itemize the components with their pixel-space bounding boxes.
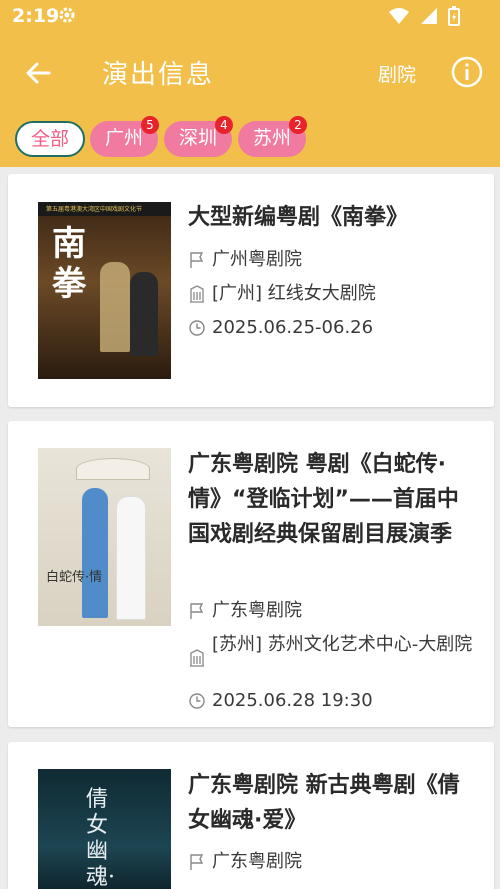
settings-status-icon	[57, 5, 77, 29]
status-time: 2:19	[12, 5, 60, 27]
building-icon	[190, 649, 204, 667]
app-bar: 2:19 演出信息 剧院 全部 广州 5 深圳 4 苏州 2	[0, 0, 500, 167]
performance-card[interactable]: 倩女幽魂·爱 广东粤剧院 新古典粤剧《倩女幽魂·爱》 广东粤剧院	[8, 742, 494, 889]
date-row: 2025.06.28 19:30	[188, 689, 478, 713]
page-title: 演出信息	[102, 60, 215, 90]
info-icon	[451, 56, 483, 88]
count-badge: 2	[289, 116, 307, 134]
count-badge: 5	[141, 116, 159, 134]
venue-row: [苏州] 苏州文化艺术中心-大剧院	[188, 633, 478, 667]
poster-image: 倩女幽魂·爱	[38, 769, 171, 889]
troupe-row: 广州粤剧院	[188, 248, 478, 272]
card-title: 大型新编粤剧《南拳》	[188, 205, 409, 230]
signal-icon	[420, 8, 437, 24]
clock-icon	[189, 320, 205, 336]
status-bar: 2:19	[0, 0, 500, 33]
card-title: 广东粤剧院 粤剧《白蛇传·情》“登临计划”——首届中国戏剧经典保留剧目展演季	[188, 452, 459, 547]
venue-name: [广州] 红线女大剧院	[212, 283, 376, 304]
troupe-row: 广东粤剧院	[188, 850, 478, 874]
performance-date: 2025.06.28 19:30	[212, 690, 373, 711]
filter-chip-label: 深圳	[178, 127, 217, 149]
venue-name: [苏州] 苏州文化艺术中心-大剧院	[212, 634, 473, 655]
filter-chip-label: 广州	[104, 127, 143, 149]
troupe-name: 广东粤剧院	[212, 851, 302, 872]
filter-chip-suzhou[interactable]: 苏州 2	[238, 116, 307, 157]
wifi-icon	[388, 8, 409, 24]
performance-card[interactable]: 白蛇传·情 广东粤剧院 粤剧《白蛇传·情》“登临计划”——首届中国戏剧经典保留剧…	[8, 421, 494, 727]
poster-title: 南拳	[52, 224, 86, 304]
info-button[interactable]	[450, 55, 484, 89]
count-badge: 4	[215, 116, 233, 134]
filter-chip-label: 苏州	[252, 127, 291, 149]
filter-chip-shenzhen[interactable]: 深圳 4	[164, 116, 233, 157]
filter-chip-label: 全部	[30, 128, 69, 150]
flag-icon	[190, 252, 204, 268]
poster-title: 倩女幽魂·爱	[86, 787, 115, 889]
building-icon	[190, 285, 204, 303]
poster-figure	[100, 262, 130, 352]
back-button[interactable]	[22, 56, 56, 90]
poster-banner: 第五届粤港澳大湾区中国戏剧文化节	[46, 206, 143, 213]
poster-figure	[130, 272, 158, 356]
theater-button[interactable]: 剧院	[378, 60, 416, 87]
filter-chip-guangzhou[interactable]: 广州 5	[90, 116, 159, 157]
troupe-name: 广州粤剧院	[212, 249, 302, 270]
poster-image: 第五届粤港澳大湾区中国戏剧文化节 南拳	[38, 202, 171, 379]
flag-icon	[190, 854, 204, 870]
poster-umbrella	[76, 458, 150, 480]
performance-card[interactable]: 第五届粤港澳大湾区中国戏剧文化节 南拳 大型新编粤剧《南拳》 广州粤剧院 [广州…	[8, 174, 494, 407]
poster-figure	[82, 488, 108, 618]
date-row: 2025.06.25-06.26	[188, 316, 478, 340]
battery-icon	[448, 6, 460, 26]
venue-row: [广州] 红线女大剧院	[188, 282, 478, 306]
filter-chip-all[interactable]: 全部	[15, 121, 85, 157]
flag-icon	[190, 603, 204, 619]
poster-image: 白蛇传·情	[38, 448, 171, 626]
poster-figure	[116, 496, 146, 620]
back-arrow-icon	[26, 62, 51, 84]
poster-title: 白蛇传·情	[46, 570, 103, 585]
troupe-name: 广东粤剧院	[212, 600, 302, 621]
troupe-row: 广东粤剧院	[188, 599, 478, 623]
clock-icon	[189, 693, 205, 709]
status-icons	[384, 6, 460, 26]
performance-date: 2025.06.25-06.26	[212, 317, 374, 338]
card-title: 广东粤剧院 新古典粤剧《倩女幽魂·爱》	[188, 773, 460, 833]
